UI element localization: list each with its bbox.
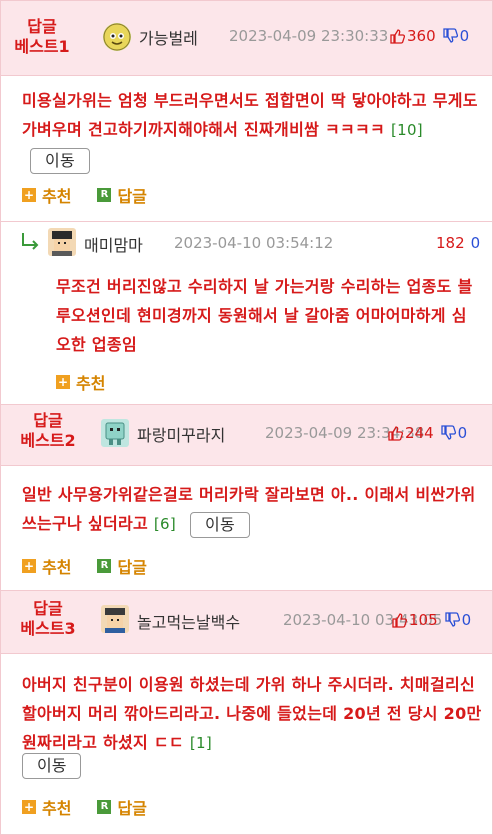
recommend-button[interactable]: + 추천 [22, 183, 71, 207]
upvote-count: 360 [407, 27, 436, 45]
plus-icon: + [56, 375, 70, 389]
comment-body: 무조건 버리진않고 수리하지 날 가는거랑 수리하는 업종도 블루오션인데 현미… [56, 277, 473, 354]
comment-actions: + 추천 R 답글 [22, 795, 147, 819]
reply-arrow-icon [22, 233, 39, 250]
upvote-count: 244 [405, 424, 434, 442]
divider [1, 221, 492, 222]
vote-box: 244 0 [387, 424, 467, 442]
nickname[interactable]: 놀고먹는날백수 [137, 609, 240, 633]
upvote-count: 105 [409, 611, 438, 629]
reply-count: [1] [189, 734, 212, 752]
comment-actions: + 추천 R 답글 [22, 183, 147, 207]
plus-icon: + [22, 800, 36, 814]
reply-icon: R [97, 800, 112, 814]
comment-body: 미용실가위는 엄청 부드러우면서도 접합면이 딱 닿아야하고 무게도 가벼우며 … [22, 86, 484, 174]
avatar[interactable] [103, 23, 131, 51]
comment-date: 2023-04-10 03:54:12 [174, 234, 334, 252]
upvote-count[interactable]: 182 [436, 234, 465, 252]
avatar[interactable] [48, 228, 76, 256]
robot-avatar-icon [105, 422, 125, 445]
reply-button[interactable]: R 답글 [97, 554, 147, 578]
avatar[interactable] [101, 605, 129, 633]
nickname[interactable]: 파랑미꾸라지 [137, 422, 225, 446]
reply-count: [10] [390, 121, 423, 139]
best-badge: 답글 베스트3 [20, 599, 76, 638]
comment-actions: + 추천 R 답글 [22, 554, 147, 578]
reply-button[interactable]: R 답글 [97, 795, 147, 819]
thumbs-up-icon[interactable] [387, 425, 403, 441]
reply-count: [6] [153, 515, 177, 533]
downvote-count: 0 [461, 611, 472, 629]
nickname[interactable]: 매미맘마 [84, 232, 143, 256]
downvote-count[interactable]: 0 [471, 234, 481, 252]
recommend-button[interactable]: + 추천 [22, 795, 71, 819]
recommend-button[interactable]: + 추천 [22, 554, 71, 578]
vote-box: 182 0 [436, 234, 480, 252]
comment-header: 답글 베스트1 가능벌레 2023-04-09 23:30:33 360 0 [1, 0, 492, 76]
comment-header: 답글 베스트2 파랑미꾸라지 2023-04-09 23:34:38 244 0 [1, 404, 492, 466]
vote-box: 360 0 [389, 27, 469, 45]
vote-box: 105 0 [391, 611, 471, 629]
comment-body: 일반 사무용가위같은걸로 머리카락 잘라보면 아.. 이래서 비싼가위 쓰는구나… [22, 480, 484, 539]
comment-actions: + 추천 [56, 370, 105, 394]
plus-icon: + [22, 559, 36, 573]
pixel-person-avatar-icon [52, 231, 72, 256]
thumbs-down-icon[interactable] [444, 612, 460, 628]
plus-icon: + [22, 188, 36, 202]
nickname[interactable]: 가능벌레 [139, 25, 198, 49]
reply-button[interactable]: R 답글 [97, 183, 147, 207]
move-button[interactable]: 이동 [22, 753, 82, 779]
downvote-count: 0 [459, 27, 470, 45]
pixel-person-avatar-icon [105, 608, 125, 633]
downvote-count: 0 [457, 424, 468, 442]
comment-header: 답글 베스트3 놀고먹는날백수 2023-04-10 03:43:05 105 … [1, 590, 492, 654]
move-button[interactable]: 이동 [189, 511, 250, 538]
best-badge: 답글 베스트2 [20, 411, 76, 450]
thumbs-up-icon[interactable] [391, 612, 407, 628]
thumbs-up-icon[interactable] [389, 28, 405, 44]
reply-icon: R [97, 188, 112, 202]
comment-date: 2023-04-09 23:30:33 [229, 27, 389, 45]
best-badge: 답글 베스트1 [14, 17, 70, 56]
thumbs-down-icon[interactable] [440, 425, 456, 441]
move-button[interactable]: 이동 [30, 147, 91, 174]
recommend-button[interactable]: + 추천 [56, 370, 105, 394]
comment-body: 아버지 친구분이 이용원 하셨는데 가위 하나 주시더라. 치매걸리신 할아버지… [22, 675, 482, 752]
avatar[interactable] [101, 419, 129, 447]
bug-avatar-icon [103, 23, 131, 51]
reply-icon: R [97, 559, 112, 573]
thumbs-down-icon[interactable] [442, 28, 458, 44]
